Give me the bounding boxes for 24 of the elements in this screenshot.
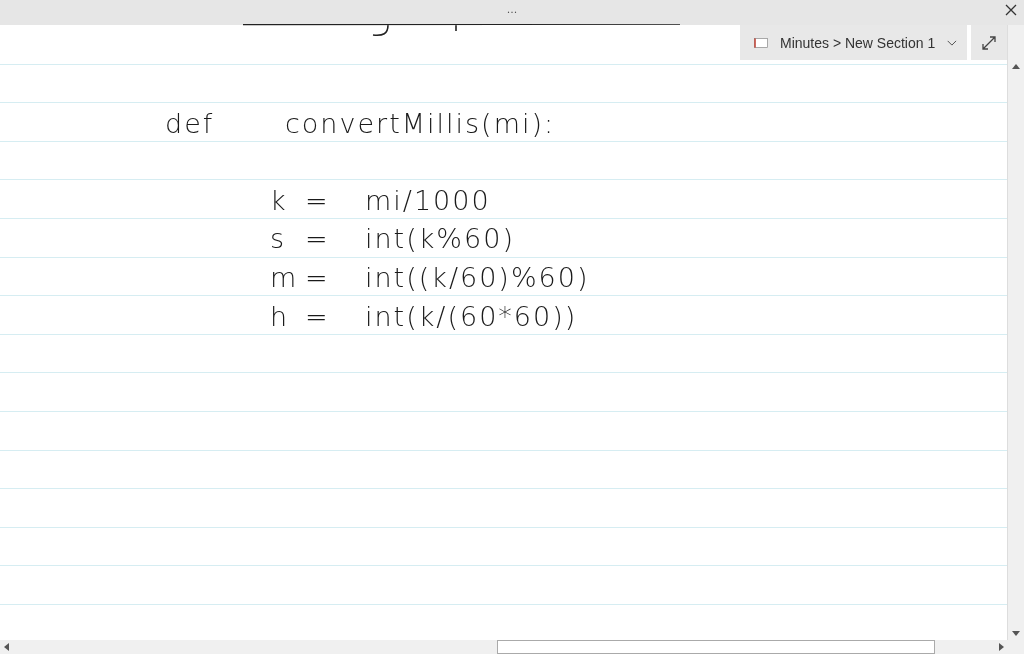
handwritten-equals: = [305,186,331,217]
handwritten-equals: = [305,225,331,256]
handwritten-keyword: def [165,109,216,140]
handwritten-variable: m [270,263,300,294]
close-icon[interactable] [1005,4,1017,16]
horizontal-scrollbar[interactable] [0,640,1024,654]
handwritten-expression: int((k/60)%60) [365,263,590,294]
page-icon [754,35,768,50]
expand-icon [982,35,996,50]
scrollbar-thumb[interactable] [497,640,935,654]
handwritten-expression: int(k/(60*60)) [365,302,578,333]
expand-button[interactable] [971,25,1007,60]
handwritten-variable: s [270,225,288,256]
vertical-scrollbar[interactable] [1007,25,1024,640]
handwritten-expression: mi/1000 [365,186,491,217]
handwritten-variable: h [270,302,291,333]
chevron-down-icon [947,38,957,47]
handwritten-signature: convertMillis(mi): [285,109,556,140]
handwritten-expression: int(k%60) [365,225,515,256]
section-breadcrumb-button[interactable]: Minutes > New Section 1 [740,25,967,60]
more-options-button[interactable]: ... [506,4,518,15]
handwritten-variable: k [270,186,289,217]
handwritten-equals: = [305,302,331,333]
handwritten-equals: = [305,263,331,294]
